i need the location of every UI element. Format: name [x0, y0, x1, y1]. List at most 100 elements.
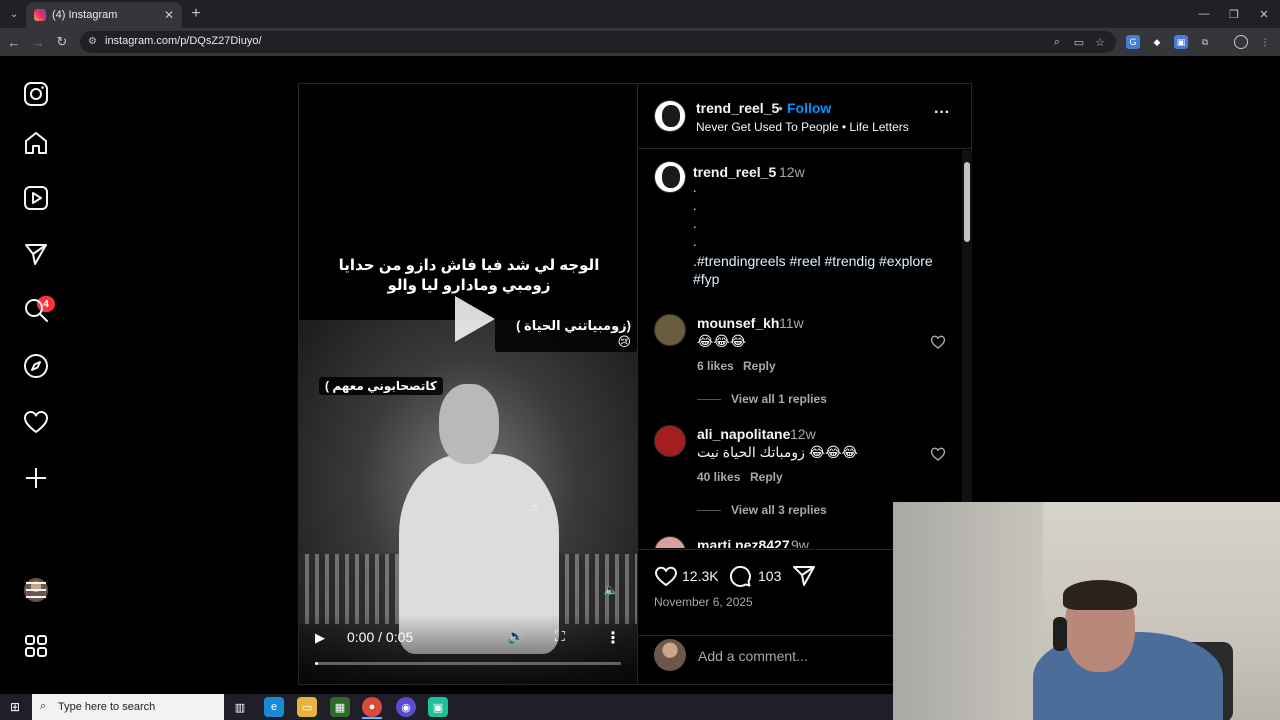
comments-scrollbar-thumb[interactable]: [964, 162, 970, 242]
translate-extension-icon[interactable]: G: [1126, 35, 1140, 49]
commenter-avatar[interactable]: [654, 536, 686, 548]
more-menu-icon[interactable]: [22, 576, 50, 604]
like-heart-icon[interactable]: [654, 564, 678, 588]
create-plus-icon[interactable]: [22, 464, 50, 492]
extensions-puzzle-icon[interactable]: ⧉: [1198, 35, 1212, 49]
store-icon[interactable]: ▦: [330, 697, 350, 717]
comment-likes[interactable]: 6 likes: [697, 359, 734, 373]
menu-kebab-icon[interactable]: ⋮: [1258, 35, 1272, 49]
comment-bubble-icon[interactable]: [728, 564, 752, 588]
hashtags-line[interactable]: #fyp: [693, 270, 953, 288]
reels-icon[interactable]: [22, 184, 50, 212]
comment-username[interactable]: ali_napolitane: [697, 426, 790, 442]
comment-likes[interactable]: 40 likes: [697, 470, 740, 484]
browser-toolbar: ← → ↻ ⚙ instagram.com/p/DQsZ27Diuyo/ ⌕ ▭…: [0, 28, 1280, 56]
follow-button[interactable]: Follow: [787, 100, 831, 116]
close-tab-icon[interactable]: ✕: [164, 8, 174, 22]
instagram-favicon-icon: [34, 9, 46, 21]
discord-icon[interactable]: ◉: [396, 697, 416, 717]
search-icon[interactable]: [22, 296, 50, 324]
edge-browser-icon[interactable]: e: [264, 697, 284, 717]
video-more-icon[interactable]: ⋮: [605, 628, 621, 648]
view-replies-button[interactable]: View all 3 replies: [731, 503, 827, 517]
search-icon: ⌕: [40, 700, 47, 712]
notifications-heart-icon[interactable]: [22, 408, 50, 436]
comment-like-heart-icon[interactable]: [930, 446, 946, 462]
direct-messages-icon[interactable]: [22, 240, 50, 268]
file-explorer-icon[interactable]: ▭: [297, 697, 317, 717]
windows-start-icon[interactable]: ⊞: [4, 697, 26, 717]
app-icon[interactable]: ▣: [428, 697, 448, 717]
comment-time: 11w: [779, 315, 804, 331]
comment-reply-button[interactable]: Reply: [750, 470, 783, 484]
restore-icon[interactable]: ❐: [1224, 4, 1244, 24]
header-separator: •: [778, 100, 783, 116]
zoom-icon[interactable]: ⌕: [1050, 35, 1064, 49]
caption-username[interactable]: trend_reel_5: [693, 164, 776, 180]
audio-track[interactable]: Never Get Used To People • Life Letters: [696, 120, 909, 134]
fullscreen-icon[interactable]: ⛶: [555, 628, 575, 648]
caption-dot-line: .: [693, 180, 697, 195]
forward-icon[interactable]: →: [28, 32, 48, 52]
likes-count[interactable]: 12.3K: [682, 568, 719, 584]
comment-username[interactable]: mounsef_kh: [697, 315, 779, 331]
home-icon[interactable]: [22, 129, 50, 157]
share-send-icon[interactable]: [792, 564, 816, 588]
active-app-indicator: [362, 717, 382, 719]
reply-line: [697, 510, 721, 511]
author-avatar[interactable]: [654, 100, 686, 132]
taskbar-search-placeholder: Type here to search: [58, 701, 156, 713]
extension-icon[interactable]: ◆: [1150, 35, 1164, 49]
volume-icon[interactable]: 🔊: [507, 628, 527, 648]
comment-reply-button[interactable]: Reply: [743, 359, 776, 373]
extension-icon[interactable]: ▣: [1174, 35, 1188, 49]
comments-list[interactable]: trend_reel_5 12w . . . . .#trendingreels…: [638, 150, 972, 548]
taskbar-search-box[interactable]: ⌕ Type here to search: [32, 694, 224, 720]
chrome-browser-icon[interactable]: ●: [362, 697, 382, 717]
caption-time: 12w: [779, 164, 805, 180]
view-replies-button[interactable]: View all 1 replies: [731, 392, 827, 406]
commenter-avatar[interactable]: [654, 314, 686, 346]
post-date: November 6, 2025: [654, 595, 753, 609]
bookmark-star-icon[interactable]: ☆: [1093, 35, 1107, 49]
back-icon[interactable]: ←: [4, 32, 24, 52]
explore-compass-icon[interactable]: [22, 352, 50, 380]
video-progress-track[interactable]: [315, 662, 621, 665]
comment-username[interactable]: marti.nez8427: [697, 537, 790, 548]
video-progress-fill: [315, 662, 319, 665]
instagram-logo-icon[interactable]: [22, 80, 50, 108]
task-view-icon[interactable]: ▥: [230, 697, 250, 717]
tab-list-icon[interactable]: ⌄: [4, 4, 24, 24]
comments-count[interactable]: 103: [758, 568, 781, 584]
audio-muted-icon[interactable]: 🔈: [601, 580, 621, 600]
comment-text: 😂😂😂: [697, 333, 747, 349]
caption-hashtags: .#trendingreels #reel #trendig #explore …: [693, 252, 953, 288]
hashtags-line[interactable]: .#trendingreels #reel #trendig #explore: [693, 252, 953, 270]
reload-icon[interactable]: ↻: [52, 32, 72, 52]
reel-video-player[interactable]: الوجه لي شد فيا فاش دازو من حدايا زومبي …: [299, 84, 637, 684]
browser-tab-instagram[interactable]: (4) Instagram ✕: [26, 2, 182, 28]
url-text[interactable]: instagram.com/p/DQsZ27Diuyo/: [105, 35, 262, 47]
big-play-icon[interactable]: [437, 286, 503, 352]
caption-dot-line: .: [693, 234, 697, 249]
also-from-meta-icon[interactable]: [22, 632, 50, 660]
comment-text: زومباتك الحياة نيت 😂😂😂: [697, 444, 858, 460]
add-comment-input[interactable]: [698, 646, 918, 666]
address-bar[interactable]: ⚙ instagram.com/p/DQsZ27Diuyo/ ⌕ ▭ ☆: [80, 31, 1116, 53]
comment-like-heart-icon[interactable]: [930, 334, 946, 350]
caption-avatar[interactable]: [654, 161, 686, 193]
author-username[interactable]: trend_reel_5: [696, 100, 779, 116]
commenter-avatar[interactable]: [654, 425, 686, 457]
cast-icon[interactable]: ▭: [1072, 35, 1086, 49]
profile-icon[interactable]: [1234, 35, 1248, 49]
new-tab-icon[interactable]: +: [186, 4, 206, 24]
site-info-icon[interactable]: ⚙: [88, 36, 100, 48]
video-controls: ▶ 0:00 / 0:05 🔊 ⛶ ⋮: [299, 614, 637, 684]
comment-time: 12w: [790, 426, 816, 442]
close-window-icon[interactable]: ✕: [1254, 4, 1274, 24]
minimize-icon[interactable]: —: [1194, 4, 1214, 24]
webcam-wall: [893, 502, 1043, 720]
post-options-icon[interactable]: ···: [934, 104, 952, 122]
webcam-overlay: [893, 502, 1280, 720]
play-icon[interactable]: ▶: [315, 630, 331, 646]
